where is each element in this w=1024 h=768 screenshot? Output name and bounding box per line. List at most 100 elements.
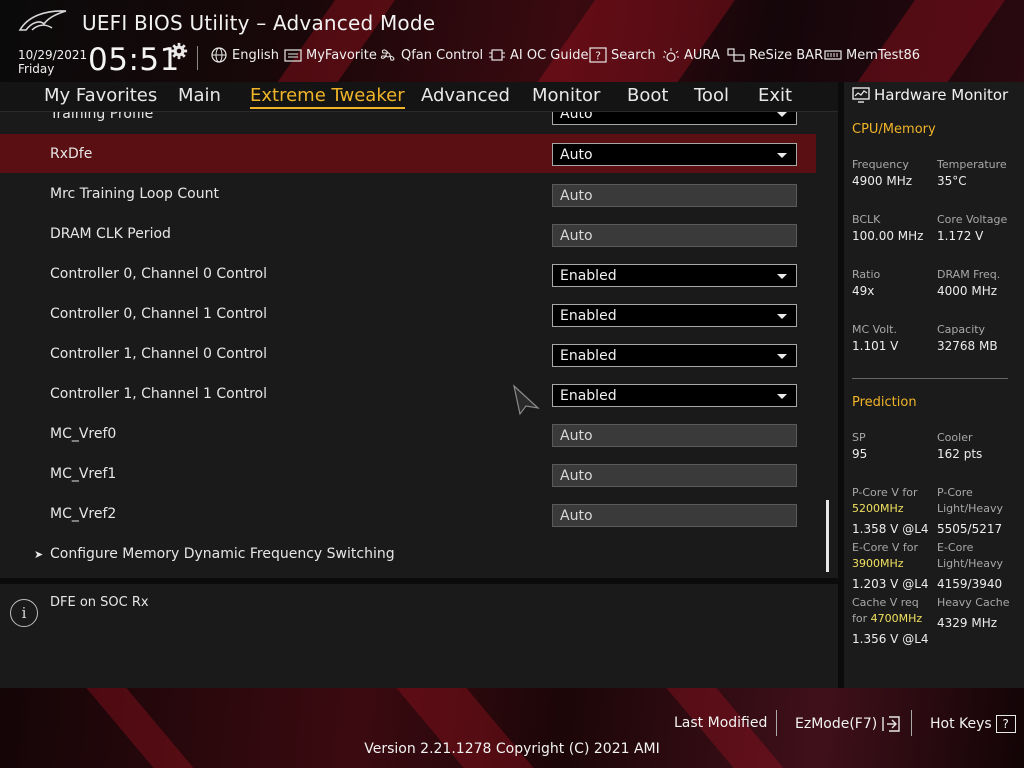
aura-label: AURA	[684, 47, 720, 63]
setting-input[interactable]: Auto	[552, 224, 797, 247]
setting-row-controller1-channel0[interactable]: Controller 1, Channel 0 Control Enabled	[0, 334, 816, 374]
tab-advanced[interactable]: Advanced	[421, 85, 510, 106]
mouse-pointer-icon	[513, 384, 540, 416]
myfavorite-button[interactable]: MyFavorite	[284, 47, 377, 63]
question-box-icon: ?	[589, 47, 607, 63]
setting-value: Auto	[560, 227, 593, 244]
hw-bclk: BCLK 100.00 MHz	[852, 212, 923, 244]
setting-row-mc-vref0[interactable]: MC_Vref0 Auto	[0, 414, 816, 454]
settings-scrollbar[interactable]	[826, 500, 829, 572]
chevron-down-icon	[777, 354, 787, 359]
hw-value: 4900 MHz	[852, 174, 913, 188]
hw-key: P-Core V for	[852, 486, 918, 499]
ai-oc-guide-button[interactable]: AI OC Guide	[488, 47, 588, 63]
hw-value: 4000 MHz	[937, 284, 998, 298]
setting-row-mc-vref1[interactable]: MC_Vref1 Auto	[0, 454, 816, 494]
gear-icon[interactable]	[170, 42, 188, 60]
hot-keys-button[interactable]: Hot Keys ?	[930, 715, 1016, 733]
exit-arrow-icon	[882, 716, 900, 732]
hw-mc-volt: MC Volt. 1.101 V	[852, 322, 898, 354]
qfan-control-button[interactable]: Qfan Control	[379, 47, 483, 63]
hw-key: Light/Heavy	[937, 502, 1003, 515]
setting-value: Enabled	[560, 347, 617, 364]
hw-value: 49x	[852, 284, 875, 298]
hw-capacity: Capacity 32768 MB	[937, 322, 998, 354]
setting-dropdown[interactable]: Auto	[552, 143, 797, 166]
setting-label: Mrc Training Loop Count	[50, 186, 219, 202]
hw-pcore-light-heavy: P-Core Light/Heavy 5505/5217	[937, 485, 1003, 537]
setting-row-mc-vref2[interactable]: MC_Vref2 Auto	[0, 494, 816, 534]
setting-row-controller1-channel1[interactable]: Controller 1, Channel 1 Control Enabled	[0, 374, 816, 414]
tab-tool[interactable]: Tool	[694, 85, 729, 106]
hw-key: Heavy Cache	[937, 596, 1010, 609]
hw-key: MC Volt.	[852, 323, 897, 336]
setting-input[interactable]: Auto	[552, 184, 797, 207]
setting-row-controller0-channel1[interactable]: Controller 0, Channel 1 Control Enabled	[0, 294, 816, 334]
hw-value: 1.101 V	[852, 339, 899, 353]
chevron-down-icon	[777, 274, 787, 279]
memtest86-button[interactable]: MemTest86	[824, 47, 920, 63]
setting-label: RxDfe	[50, 145, 93, 162]
setting-dropdown[interactable]: Enabled	[552, 344, 797, 367]
hw-key: Temperature	[937, 158, 1007, 171]
tab-monitor[interactable]: Monitor	[532, 85, 600, 106]
hw-ecore-light-heavy: E-Core Light/Heavy 4159/3940	[937, 540, 1003, 592]
setting-row-controller0-channel0[interactable]: Controller 0, Channel 0 Control Enabled	[0, 254, 816, 294]
memtest86-label: MemTest86	[846, 47, 921, 63]
hw-key: Capacity	[937, 323, 986, 336]
question-key-icon: ?	[995, 715, 1016, 733]
tab-exit[interactable]: Exit	[758, 85, 792, 106]
setting-row-dram-clk-period[interactable]: DRAM CLK Period Auto	[0, 214, 816, 254]
footer-bar: Last Modified EzMode(F7) Hot Keys ? Vers…	[0, 688, 1024, 768]
setting-label: Controller 0, Channel 0 Control	[50, 266, 268, 282]
hardware-monitor-header[interactable]: Hardware Monitor	[852, 86, 1008, 104]
submenu-row-memory-dfs[interactable]: ➤ Configure Memory Dynamic Frequency Swi…	[0, 534, 816, 574]
tab-my-favorites[interactable]: My Favorites	[44, 85, 157, 106]
setting-value: Auto	[560, 467, 593, 484]
hw-key: Light/Heavy	[937, 557, 1003, 570]
hw-key: E-Core V for	[852, 541, 919, 554]
hw-frequency-highlight: 5200MHz	[852, 502, 904, 515]
resize-bar-button[interactable]: ReSize BAR	[727, 47, 823, 63]
setting-row-mrc-training-loop-count[interactable]: Mrc Training Loop Count Auto	[0, 174, 816, 214]
setting-value: Auto	[560, 507, 593, 524]
setting-value: Enabled	[560, 307, 617, 324]
aura-button[interactable]: AURA	[662, 47, 720, 63]
setting-dropdown[interactable]: Auto	[552, 112, 797, 125]
date-text: 10/29/2021	[18, 48, 88, 62]
hw-cache-voltage: Cache V req for 4700MHz 1.356 V @L4	[852, 595, 929, 647]
search-label: Search	[611, 47, 656, 63]
setting-row-rxdfe[interactable]: RxDfe Auto	[0, 134, 816, 173]
setting-dropdown[interactable]: Enabled	[552, 384, 797, 407]
hw-value: 162 pts	[937, 447, 983, 461]
hw-frequency-highlight: 4700MHz	[870, 612, 923, 625]
setting-value: Auto	[560, 187, 593, 204]
ezmode-button[interactable]: EzMode(F7)	[795, 715, 901, 733]
tab-main[interactable]: Main	[178, 85, 221, 106]
last-modified-button[interactable]: Last Modified	[674, 715, 767, 731]
setting-input[interactable]: Auto	[552, 424, 797, 447]
setting-label: MC_Vref2	[50, 506, 117, 522]
setting-dropdown[interactable]: Enabled	[552, 304, 797, 327]
setting-row-training-profile[interactable]: Training Profile Auto	[0, 112, 816, 134]
hw-sp: SP 95	[852, 430, 867, 462]
hw-ecore-voltage: E-Core V for 3900MHz 1.203 V @L4	[852, 540, 929, 592]
hw-value: 4329 MHz	[937, 616, 998, 630]
setting-value: Auto	[560, 146, 593, 163]
clock-time[interactable]: 05:51	[88, 42, 180, 78]
setting-input[interactable]: Auto	[552, 504, 797, 527]
setting-input[interactable]: Auto	[552, 464, 797, 487]
hw-key: SP	[852, 431, 866, 444]
search-button[interactable]: ? Search	[589, 47, 656, 63]
main-tabs: My Favorites Main Extreme Tweaker Advanc…	[0, 82, 838, 112]
hw-key: E-Core	[937, 541, 974, 554]
setting-label: MC_Vref1	[50, 466, 117, 482]
hw-temperature: Temperature 35°C	[937, 157, 1007, 189]
setting-label: MC_Vref0	[50, 426, 117, 442]
setting-dropdown[interactable]: Enabled	[552, 264, 797, 287]
tab-extreme-tweaker[interactable]: Extreme Tweaker	[250, 85, 405, 109]
footer-divider	[911, 710, 912, 736]
hw-value: 1.356 V @L4	[852, 632, 929, 646]
tab-boot[interactable]: Boot	[627, 85, 668, 106]
language-button[interactable]: English	[210, 47, 279, 63]
